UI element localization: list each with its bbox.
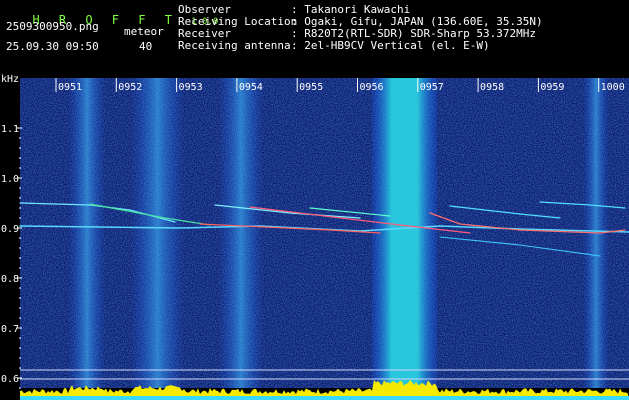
meteor-counter-label: meteor (124, 25, 164, 38)
y-axis: kHz 1.1 1.0 0.9 0.8 0.7 0.6 (1, 74, 22, 389)
y-tick-label: 0.9 (1, 224, 19, 235)
x-tick-label: 1000 (601, 82, 625, 93)
noise-band-strong (372, 78, 437, 388)
x-tick-label: 0958 (480, 82, 504, 93)
info-antenna-value: : 2el-HB9CV Vertical (el. E-W) (291, 39, 490, 52)
info-antenna-label: Receiving antenna (178, 39, 291, 52)
noise-band (130, 78, 185, 388)
x-tick-label: 0953 (179, 82, 203, 93)
x-tick-label: 0951 (58, 82, 82, 93)
noise-band (218, 78, 264, 388)
y-axis-unit-label: kHz (1, 74, 19, 85)
x-tick-label: 0952 (118, 82, 142, 93)
baseline-strip (20, 396, 629, 400)
y-tick-label: 1.1 (1, 124, 19, 135)
y-tick-label: 0.6 (1, 374, 19, 385)
x-tick-label: 0955 (299, 82, 323, 93)
x-tick-label: 0954 (239, 82, 263, 93)
x-tick-label: 0956 (359, 82, 383, 93)
spectrogram: kHz 1.1 1.0 0.9 0.8 0.7 0.6 0951 0952 0953 0954 09… (1, 74, 629, 400)
y-tick-label: 1.0 (1, 174, 19, 185)
meteor-counter-value: 40 (139, 40, 153, 53)
file-datetime: 25.09.30 09:50 (6, 40, 99, 53)
x-tick-label: 0959 (540, 82, 564, 93)
x-tick-label: 0957 (420, 82, 444, 93)
noise-band (68, 78, 106, 388)
y-tick-label: 0.8 (1, 274, 19, 285)
file-name: 2509300950.png (6, 20, 99, 33)
spectrogram-noise (20, 78, 629, 388)
y-tick-label: 0.7 (1, 324, 19, 335)
spectrogram-plot-area (19, 78, 629, 400)
